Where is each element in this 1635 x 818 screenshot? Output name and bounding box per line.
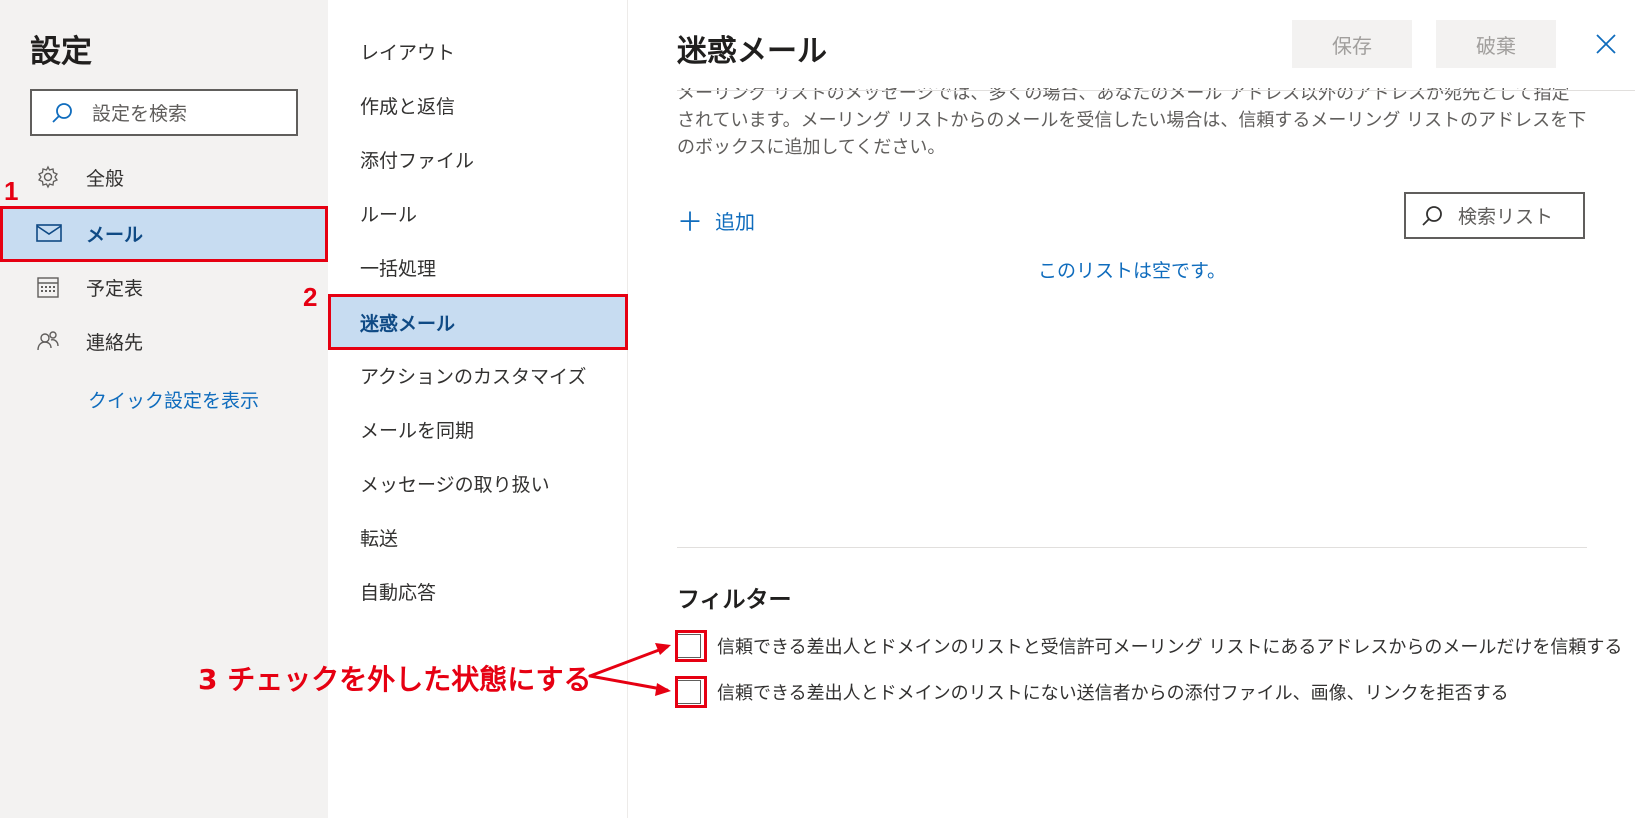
filters-heading: フィルター (677, 587, 792, 613)
discard-button[interactable]: 破棄 (1436, 20, 1556, 68)
empty-list-message: このリストは空です。 (1037, 260, 1227, 282)
list-search-placeholder: 検索リスト (1458, 206, 1554, 228)
add-label: 追加 (715, 210, 756, 234)
subnav-attachments[interactable]: 添付ファイル (328, 132, 628, 186)
safe-mailing-lists-description: メーリング リストのメッセージでは、多くの場合、あなたのメール アドレス以外のア… (677, 84, 1587, 170)
category-contacts-label: 連絡先 (86, 331, 144, 354)
junk-email-settings-panel: メーリング リストのメッセージでは、多くの場合、あなたのメール アドレス以外のア… (629, 0, 1635, 818)
search-icon (1406, 204, 1458, 228)
subnav-rules[interactable]: ルール (328, 186, 628, 240)
subnav-customize-actions[interactable]: アクションのカスタマイズ (328, 348, 628, 402)
quick-settings-link[interactable]: クイック設定を表示 (88, 386, 259, 413)
people-icon (36, 329, 86, 353)
category-mail[interactable]: メール (0, 206, 328, 260)
section-divider (677, 547, 1587, 548)
subnav-junk-email[interactable]: 迷惑メール (328, 295, 628, 349)
checkbox-unchecked[interactable] (677, 680, 701, 704)
header-divider (677, 90, 1635, 91)
subnav-layout[interactable]: レイアウト (328, 24, 628, 78)
category-mail-label: メール (86, 223, 144, 246)
subnav-automatic-replies[interactable]: 自動応答 (328, 564, 628, 618)
add-mailing-list-button[interactable]: ＋ 追加 (677, 202, 755, 239)
subnav-sync-email[interactable]: メールを同期 (328, 402, 628, 456)
save-button[interactable]: 保存 (1292, 20, 1412, 68)
category-general[interactable]: 全般 (0, 150, 328, 204)
category-calendar[interactable]: 予定表 (0, 260, 328, 314)
filter-trust-only-safe-checkbox[interactable]: 信頼できる差出人とドメインのリストと受信許可メーリング リストにあるアドレスから… (677, 633, 1622, 659)
close-icon[interactable] (1590, 28, 1622, 60)
filter-trust-only-safe-label: 信頼できる差出人とドメインのリストと受信許可メーリング リストにあるアドレスから… (717, 637, 1623, 658)
gear-icon (36, 165, 86, 189)
checkbox-unchecked[interactable] (677, 634, 701, 658)
category-general-label: 全般 (86, 167, 125, 190)
filter-block-attachments-checkbox[interactable]: 信頼できる差出人とドメインのリストにない送信者からの添付ファイル、画像、リンクを… (677, 679, 1509, 705)
category-calendar-label: 予定表 (86, 277, 144, 300)
subnav-sweep[interactable]: 一括処理 (328, 240, 628, 294)
annotation-step-3: 3 チェックを外した状態にする (198, 663, 592, 696)
mail-icon (36, 223, 86, 243)
category-contacts[interactable]: 連絡先 (0, 314, 328, 368)
list-search-input[interactable]: 検索リスト (1404, 192, 1585, 239)
calendar-icon (36, 275, 86, 299)
subnav-compose-reply[interactable]: 作成と返信 (328, 78, 628, 132)
filter-block-attachments-label: 信頼できる差出人とドメインのリストにない送信者からの添付ファイル、画像、リンクを… (717, 683, 1509, 704)
settings-search-input[interactable]: 設定を検索 (30, 89, 298, 136)
settings-search-placeholder: 設定を検索 (92, 103, 188, 125)
search-icon (32, 101, 92, 125)
description-text: メーリング リストのメッセージでは、多くの場合、あなたのメール アドレス以外のア… (677, 84, 1587, 158)
subnav-message-handling[interactable]: メッセージの取り扱い (328, 456, 628, 510)
subnav-forwarding[interactable]: 転送 (328, 510, 628, 564)
settings-title: 設定 (30, 34, 92, 70)
plus-icon: ＋ (677, 208, 704, 238)
page-title: 迷惑メール (677, 34, 827, 69)
annotation-step-1: 1 (4, 176, 19, 206)
annotation-step-2: 2 (303, 282, 318, 312)
